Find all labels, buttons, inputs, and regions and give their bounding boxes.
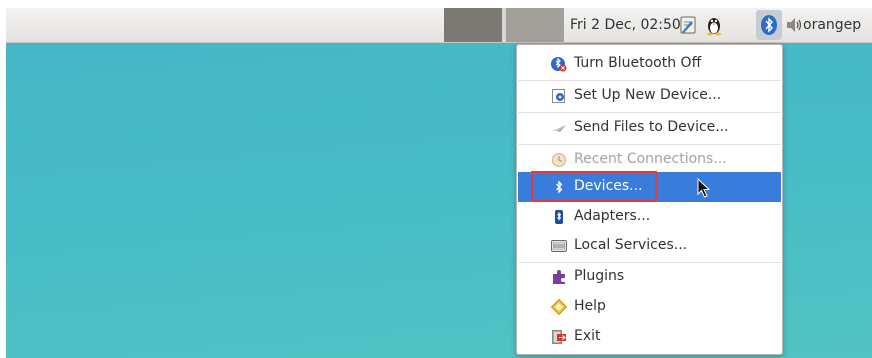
- annotation-highlight-box: [531, 171, 657, 202]
- menu-item-help[interactable]: Help: [518, 292, 781, 322]
- local-services-icon: [551, 238, 567, 254]
- tux-icon[interactable]: [703, 14, 725, 36]
- menu-item-label: Set Up New Device...: [574, 87, 722, 103]
- top-panel: Fri 2 Dec, 02:50 orangep: [6, 8, 872, 43]
- send-files-icon: [551, 120, 567, 136]
- screen: Fri 2 Dec, 02:50 orangep Turn Bluetooth …: [0, 0, 872, 358]
- menu-item-local-services[interactable]: Local Services...: [518, 231, 781, 261]
- notes-icon[interactable]: [677, 14, 699, 36]
- menu-item-label: Adapters...: [574, 208, 651, 224]
- menu-item-adapters[interactable]: Adapters...: [518, 202, 781, 232]
- user-menu[interactable]: orangep: [803, 17, 861, 33]
- mouse-cursor-icon: [697, 177, 711, 202]
- bluetooth-off-icon: [551, 56, 567, 72]
- recent-connections-icon: [551, 152, 567, 168]
- menu-item-exit[interactable]: Exit: [518, 322, 781, 352]
- menu-item-label: Turn Bluetooth Off: [574, 55, 702, 71]
- menu-item-send-files[interactable]: Send Files to Device...: [518, 113, 781, 143]
- bluetooth-icon[interactable]: [756, 10, 782, 40]
- help-icon: [551, 299, 567, 315]
- panel-clock[interactable]: Fri 2 Dec, 02:50: [570, 17, 681, 33]
- menu-item-label: Local Services...: [574, 237, 688, 253]
- exit-icon: [551, 329, 567, 345]
- menu-item-label: Recent Connections...: [574, 151, 727, 167]
- menu-item-turn-bluetooth-off[interactable]: Turn Bluetooth Off: [518, 49, 781, 79]
- menu-item-set-up-new-device[interactable]: Set Up New Device...: [518, 81, 781, 111]
- menu-item-label: Send Files to Device...: [574, 119, 729, 135]
- plugin-icon: [551, 269, 567, 285]
- menu-item-label: Help: [574, 298, 606, 314]
- menu-item-label: Plugins: [574, 268, 625, 284]
- new-device-icon: [551, 88, 567, 104]
- menu-item-plugins[interactable]: Plugins: [518, 262, 781, 292]
- adapter-icon: [551, 209, 567, 225]
- workspace-1[interactable]: [444, 8, 502, 42]
- workspace-2[interactable]: [506, 8, 564, 42]
- menu-item-label: Exit: [574, 328, 601, 344]
